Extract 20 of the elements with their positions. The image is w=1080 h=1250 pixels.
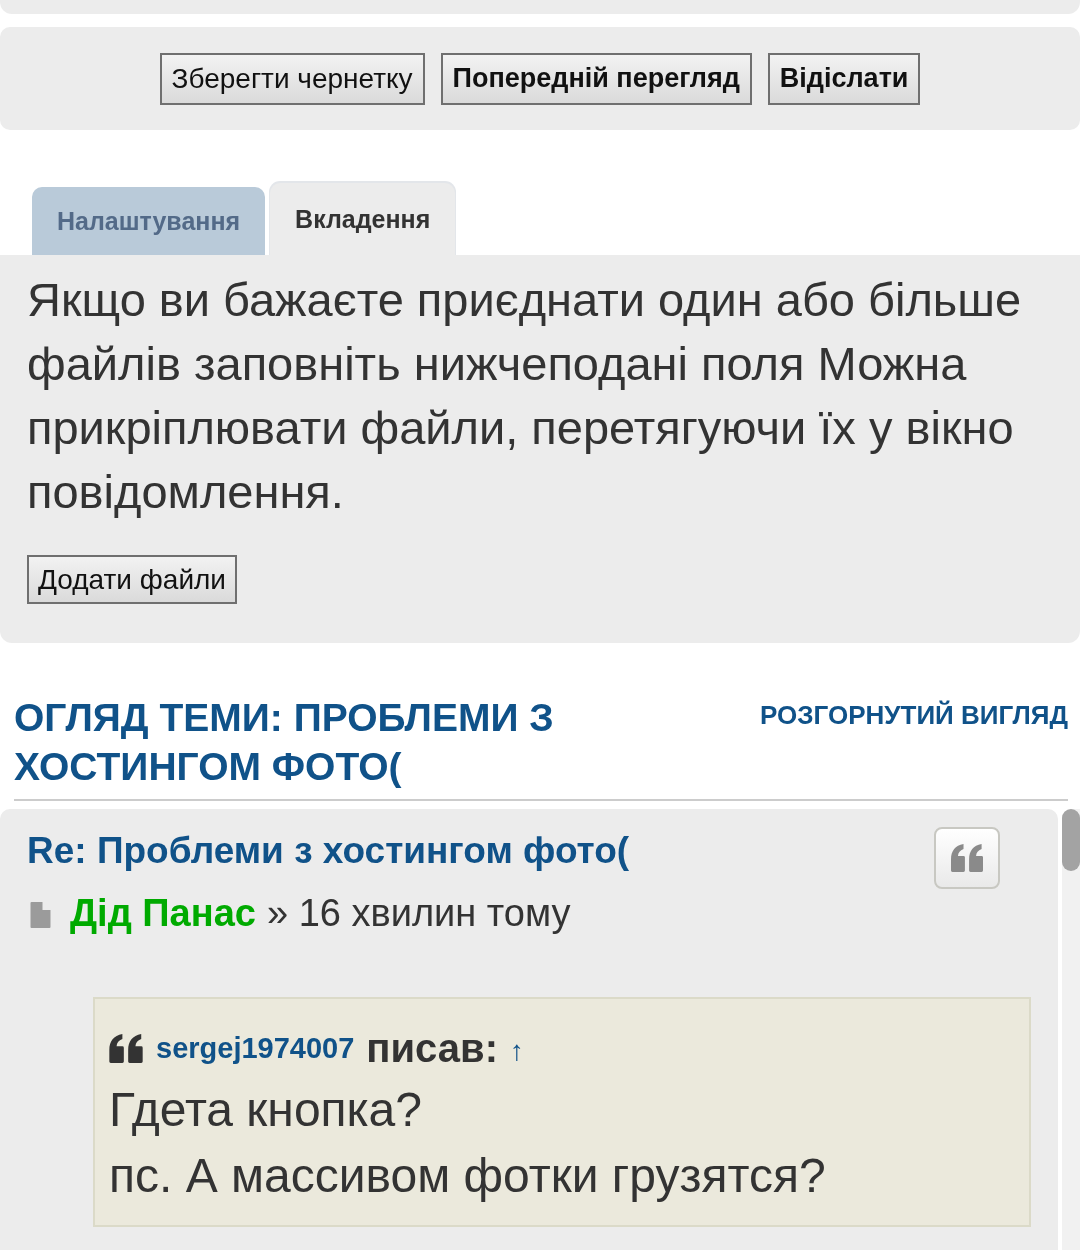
quote-text: пс. А массивом фотки грузятся? [109, 1148, 827, 1204]
form-button[interactable]: Попередній перегляд [440, 52, 752, 105]
wrote-label: писав: [366, 1025, 498, 1071]
quote-text: Гдета кнопка? [109, 1082, 423, 1138]
jump-to-post-link[interactable]: ↑ [510, 1035, 524, 1067]
quote-button[interactable] [934, 827, 1000, 889]
add-files-button[interactable]: Додати файли [27, 555, 237, 604]
form-button[interactable]: Відіслати [767, 52, 921, 105]
quote-icon [109, 1033, 143, 1063]
section-heading: ОГЛЯД ТЕМИ: ПРОБЛЕМИ З ХОСТИНГОМ ФОТО( [14, 695, 555, 790]
expand-view-link[interactable]: РОЗГОРНУТИЙ ВИГЛЯД [760, 700, 1068, 730]
quote-icon [951, 844, 983, 872]
scrollbar-thumb[interactable] [1062, 809, 1080, 871]
username-link[interactable]: sergej1974007 [156, 1031, 355, 1065]
instructions-text: Якщо ви бажаєте приєднати один або більше файлів заповніть нижчеподані поля Можна прикріплювати файли, перетягуючи їх у вікно повідомлення. [27, 272, 1023, 520]
post-title-link[interactable]: Re: Проблеми з хостингом фото( [27, 827, 630, 875]
post-time: » 16 хвилин тому [267, 891, 571, 935]
tab[interactable]: Вкладення [270, 183, 456, 255]
document-icon [30, 902, 51, 928]
form-button[interactable]: Зберегти чернетку [159, 52, 425, 105]
